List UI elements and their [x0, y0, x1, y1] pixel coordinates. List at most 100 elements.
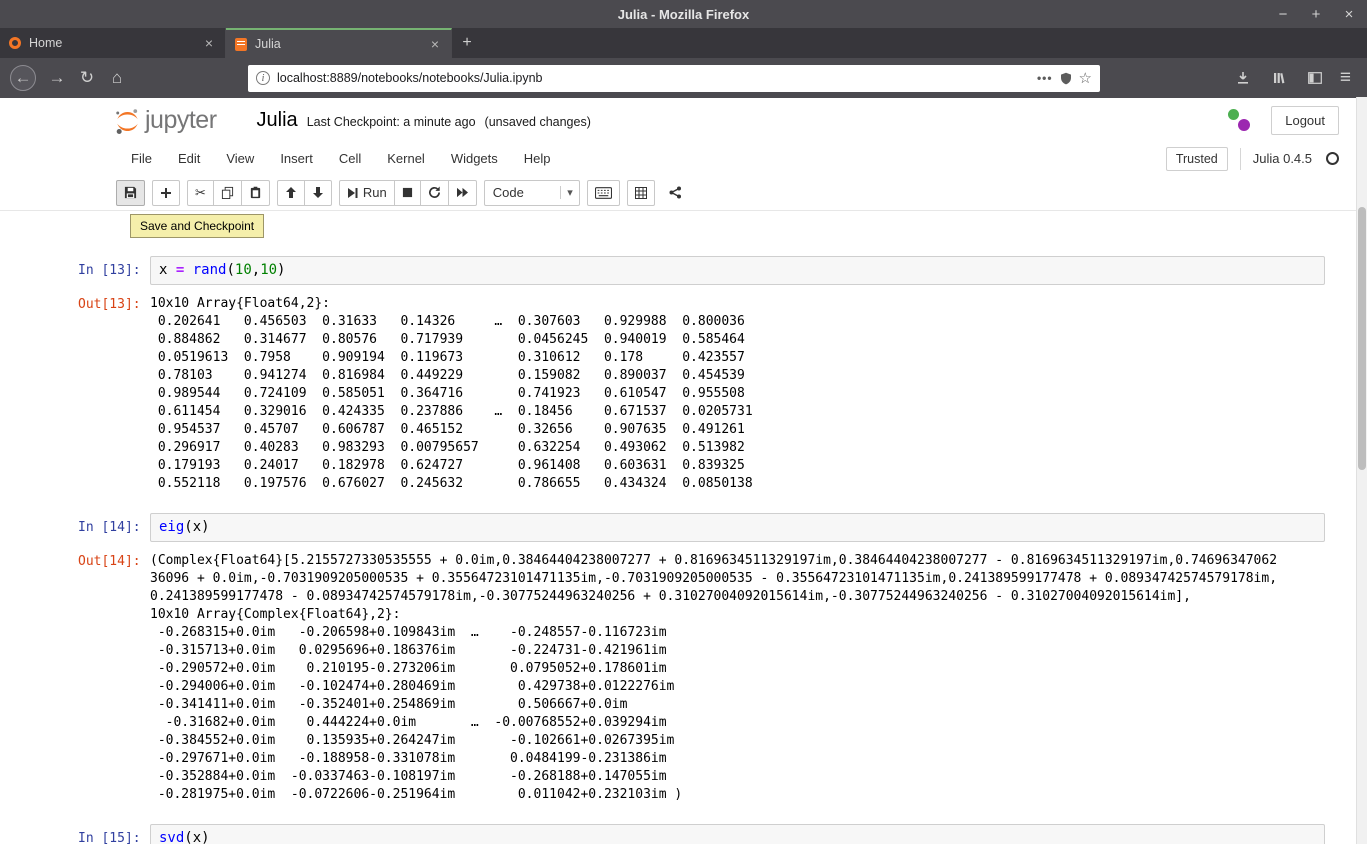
green-dot-icon: [1228, 109, 1239, 120]
restart-run-all-button[interactable]: [448, 180, 477, 206]
downloads-icon[interactable]: [1232, 67, 1254, 89]
tab-julia-label: Julia: [255, 37, 420, 51]
run-button-group: Run: [339, 180, 477, 206]
menubar-right: Trusted Julia 0.4.5: [1166, 147, 1339, 171]
toolbar-right-icons: ≡: [1232, 67, 1357, 89]
bookmark-star-icon[interactable]: ☆: [1079, 69, 1092, 87]
cell-output: 10x10 Array{Float64,2}: 0.202641 0.45650…: [150, 295, 753, 493]
command-palette-button[interactable]: [587, 180, 620, 206]
tab-home[interactable]: Home ×: [0, 28, 226, 58]
close-button[interactable]: ×: [1341, 7, 1357, 22]
edit-button-group: ✂: [187, 180, 270, 206]
run-button[interactable]: Run: [339, 180, 395, 206]
minimize-button[interactable]: −: [1275, 7, 1291, 22]
reload-button[interactable]: ↻: [74, 65, 100, 91]
cut-icon: ✂: [195, 186, 206, 199]
menu-hamburger-icon[interactable]: ≡: [1340, 67, 1351, 89]
plus-icon: [160, 187, 172, 199]
input-prompt: In [15]:: [78, 824, 150, 844]
tab-close-icon[interactable]: ×: [428, 36, 442, 52]
tab-julia[interactable]: Julia ×: [226, 28, 452, 58]
menu-kernel[interactable]: Kernel: [374, 145, 438, 172]
scrollbar[interactable]: [1356, 97, 1367, 844]
jupyter-logo-text: jupyter: [145, 106, 217, 135]
move-button-group: [277, 180, 332, 206]
cell-type-value: Code: [493, 185, 524, 200]
grid-icon: [635, 187, 647, 199]
save-icon: [124, 186, 137, 199]
back-button[interactable]: ←: [10, 65, 36, 91]
home-button[interactable]: ⌂: [104, 65, 130, 91]
copy-icon: [221, 186, 234, 199]
url-text: localhost:8889/notebooks/notebooks/Julia…: [277, 71, 1030, 85]
menu-widgets[interactable]: Widgets: [438, 145, 511, 172]
window-title: Julia - Mozilla Firefox: [618, 7, 749, 22]
add-cell-button[interactable]: [152, 180, 180, 206]
new-tab-button[interactable]: +: [452, 28, 482, 58]
move-cell-down-button[interactable]: [304, 180, 332, 206]
trusted-badge[interactable]: Trusted: [1166, 147, 1228, 171]
restart-kernel-button[interactable]: [420, 180, 449, 206]
jupyter-page: jupyter Julia Last Checkpoint: a minute …: [0, 98, 1367, 844]
keyboard-icon: [595, 187, 612, 199]
input-prompt: In [13]:: [78, 256, 150, 285]
menu-edit[interactable]: Edit: [165, 145, 213, 172]
cell-type-dropdown[interactable]: Code ▾: [484, 180, 580, 206]
fast-forward-icon: [456, 187, 469, 198]
refresh-icon: [428, 186, 441, 199]
code-input[interactable]: svd(x): [150, 824, 1325, 844]
notebook-header: jupyter Julia Last Checkpoint: a minute …: [0, 98, 1367, 142]
page-actions-icon[interactable]: •••: [1037, 71, 1053, 85]
shield-icon[interactable]: [1060, 72, 1072, 85]
window-controls: − + ×: [1275, 0, 1357, 28]
output-prompt: Out[14]:: [78, 552, 150, 804]
code-input[interactable]: eig(x): [150, 513, 1325, 542]
input-prompt: In [14]:: [78, 513, 150, 542]
code-cell-13: In [13]: x = rand(10,10) Out[13]: 10x10 …: [78, 256, 1325, 493]
library-icon[interactable]: [1268, 67, 1290, 89]
menu-insert[interactable]: Insert: [267, 145, 326, 172]
interrupt-kernel-button[interactable]: [394, 180, 421, 206]
paste-icon: [249, 186, 262, 199]
tab-bar: Home × Julia × +: [0, 28, 1367, 58]
notebook-toolbar: ✂ Run: [0, 175, 1367, 211]
checkpoint-status: Last Checkpoint: a minute ago: [307, 115, 476, 129]
navigation-toolbar: ← → ↻ ⌂ i localhost:8889/notebooks/noteb…: [0, 58, 1367, 98]
move-cell-up-button[interactable]: [277, 180, 305, 206]
notebook-title[interactable]: Julia: [257, 109, 298, 132]
kernel-idle-icon: [1326, 152, 1339, 165]
share-icon: [669, 186, 681, 199]
firefox-window: Julia - Mozilla Firefox − + × Home × Jul…: [0, 0, 1367, 844]
dropdown-caret-icon: ▾: [560, 186, 573, 199]
code-input[interactable]: x = rand(10,10): [150, 256, 1325, 285]
site-info-icon[interactable]: i: [256, 71, 270, 85]
tab-close-icon[interactable]: ×: [202, 35, 216, 51]
menu-cell[interactable]: Cell: [326, 145, 374, 172]
step-forward-icon: [347, 187, 358, 199]
save-button[interactable]: [116, 180, 145, 206]
cut-button[interactable]: ✂: [187, 180, 214, 206]
code-cell-14: In [14]: eig(x) Out[14]: (Complex{Float6…: [78, 513, 1325, 804]
copy-button[interactable]: [213, 180, 242, 206]
notebook-area: In [13]: x = rand(10,10) Out[13]: 10x10 …: [0, 211, 1367, 844]
stop-icon: [402, 187, 413, 198]
share-button[interactable]: [662, 180, 688, 206]
jupyter-logo[interactable]: jupyter: [114, 106, 217, 135]
cell-output: (Complex{Float64}[5.2155727330535555 + 0…: [150, 552, 1277, 804]
logout-button[interactable]: Logout: [1271, 106, 1339, 135]
unsaved-changes-label: (unsaved changes): [485, 115, 591, 129]
maximize-button[interactable]: +: [1308, 7, 1324, 22]
scrollbar-thumb[interactable]: [1358, 207, 1366, 470]
menu-file[interactable]: File: [118, 145, 165, 172]
notification-dots: [1227, 107, 1253, 133]
forward-button[interactable]: →: [44, 65, 70, 91]
grid-tool-button[interactable]: [627, 180, 655, 206]
output-prompt: Out[13]:: [78, 295, 150, 493]
url-bar[interactable]: i localhost:8889/notebooks/notebooks/Jul…: [248, 65, 1100, 92]
menu-view[interactable]: View: [213, 145, 267, 172]
sidebar-toggle-icon[interactable]: [1304, 67, 1326, 89]
save-tooltip: Save and Checkpoint: [130, 214, 264, 238]
paste-button[interactable]: [241, 180, 270, 206]
menu-help[interactable]: Help: [511, 145, 564, 172]
jupyter-favicon-icon: [9, 37, 21, 49]
